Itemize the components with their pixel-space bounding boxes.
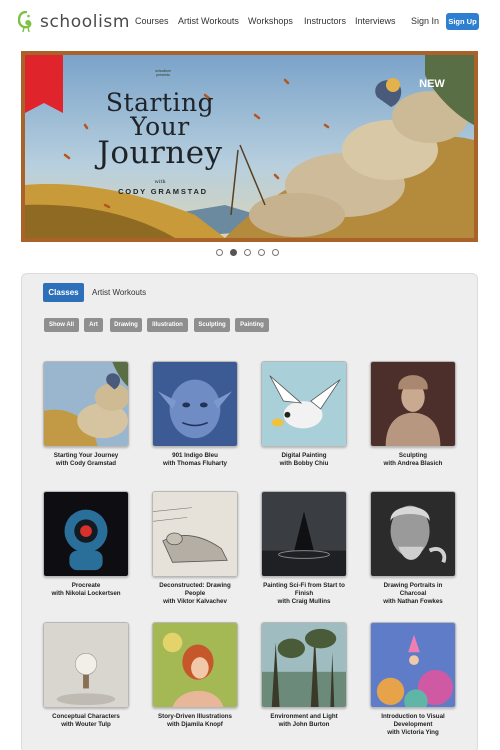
filter-illustration[interactable]: Illustration (147, 318, 188, 332)
course-thumbnail-environment-and-light[interactable] (261, 622, 347, 708)
hero-brand: schoolism presents (155, 69, 171, 77)
filter-show-all[interactable]: Show All (44, 318, 79, 332)
hero-banner[interactable]: schoolism presents Starting Your Journey… (21, 51, 478, 242)
hero-artwork: schoolism presents Starting Your Journey… (25, 55, 474, 238)
course-title[interactable]: Drawing Portraits in Charcoal with Natha… (361, 582, 465, 606)
tab-classes[interactable]: Classes (43, 283, 84, 302)
course-title-line: Environment and Light (270, 713, 338, 720)
course-title-line: Painting Sci-Fi from Start to (263, 582, 345, 589)
schoolism-logo[interactable]: schoolism (18, 11, 130, 33)
course-thumbnail-901-indigo-bleu[interactable] (152, 361, 238, 447)
course-title-line: Conceptual Characters (52, 713, 120, 720)
course-title[interactable]: Story-Driven Illustrations with Djamila … (143, 713, 247, 729)
thumbnail-art (262, 492, 346, 576)
course-title-line: Story-Driven Illustrations (158, 713, 232, 720)
course-thumbnail-introduction-to-visual-development[interactable] (370, 622, 456, 708)
filter-painting[interactable]: Painting (235, 318, 269, 332)
course-thumbnail-digital-painting[interactable] (261, 361, 347, 447)
carousel-dots (216, 249, 279, 256)
course-thumbnail-story-driven-illustrations[interactable] (152, 622, 238, 708)
thumbnail-art (44, 362, 128, 446)
thumbnail-art (44, 492, 128, 576)
thumbnail-art (153, 492, 237, 576)
course-instructor: with Nathan Fowkes (383, 598, 443, 606)
course-title[interactable]: Sculpting with Andrea Blasich (361, 452, 465, 468)
course-instructor: with Andrea Blasich (383, 460, 443, 468)
course-title[interactable]: Starting Your Journey with Cody Gramstad (34, 452, 138, 468)
course-thumbnail-painting-sci-fi[interactable] (261, 491, 347, 577)
nav-artist-workouts[interactable]: Artist Workouts (178, 16, 239, 26)
course-thumbnail-starting-your-journey[interactable] (43, 361, 129, 447)
filter-art[interactable]: Art (84, 318, 103, 332)
course-title[interactable]: 901 Indigo Bleu with Thomas Fluharty (143, 452, 247, 468)
thumbnail-art (262, 362, 346, 446)
course-title[interactable]: Deconstructed: Drawing People with Vikto… (143, 582, 247, 606)
course-title-line: Procreate (71, 582, 101, 589)
course-instructor: with Thomas Fluharty (163, 460, 227, 468)
course-title-line: Starting Your Journey (53, 452, 119, 459)
course-instructor: with Craig Mullins (277, 598, 331, 606)
nav-instructors[interactable]: Instructors (304, 16, 346, 26)
carousel-dot-2[interactable] (230, 249, 237, 256)
course-title-line: 901 Indigo Bleu (172, 452, 218, 459)
course-thumbnail-drawing-portraits-in-charcoal[interactable] (370, 491, 456, 577)
course-instructor: with Bobby Chiu (279, 460, 329, 468)
course-instructor: with Nikolai Lockertsen (51, 590, 121, 598)
course-title[interactable]: Digital Painting with Bobby Chiu (252, 452, 356, 468)
course-title[interactable]: Environment and Light with John Burton (252, 713, 356, 729)
course-title[interactable]: Conceptual Characters with Wouter Tulp (34, 713, 138, 729)
new-ribbon-icon (25, 55, 63, 113)
hero-title-line3: Journey (97, 134, 223, 171)
tab-artist-workouts[interactable]: Artist Workouts (92, 288, 146, 297)
course-title-line: Sculpting (398, 452, 428, 459)
nav-courses[interactable]: Courses (135, 16, 169, 26)
thumbnail-art (371, 492, 455, 576)
hero-author: CODY GRAMSTAD (118, 187, 208, 196)
course-thumbnail-conceptual-characters[interactable] (43, 622, 129, 708)
course-title[interactable]: Procreate with Nikolai Lockertsen (34, 582, 138, 598)
course-title-line: Deconstructed: Drawing (159, 582, 231, 589)
course-title-line: Finish (294, 590, 314, 598)
course-instructor: with Wouter Tulp (61, 721, 111, 729)
carousel-dot-4[interactable] (258, 249, 265, 256)
new-badge: NEW (419, 78, 445, 90)
course-title-line: Charcoal (399, 590, 427, 598)
course-instructor: with Victoria Ying (387, 729, 439, 737)
course-title-line: Development (393, 721, 433, 729)
site-header: schoolism Courses Artist Workouts Worksh… (0, 0, 500, 44)
course-title[interactable]: Introduction to Visual Development with … (361, 713, 465, 737)
course-title-line: Drawing Portraits in (383, 582, 443, 589)
course-title-line: People (184, 590, 206, 598)
course-instructor: with Viktor Kalvachev (163, 598, 227, 606)
sign-in-link[interactable]: Sign In (411, 16, 439, 26)
course-instructor: with John Burton (278, 721, 330, 729)
thumbnail-art (262, 623, 346, 707)
thumbnail-art (44, 623, 128, 707)
course-instructor: with Cody Gramstad (55, 460, 117, 468)
hero-title: Starting Your Journey (85, 90, 235, 171)
thumbnail-art (371, 623, 455, 707)
hero-with: with (154, 179, 166, 185)
course-thumbnail-procreate[interactable] (43, 491, 129, 577)
filter-sculpting[interactable]: Sculpting (194, 318, 230, 332)
logo-text: schoolism (40, 12, 131, 32)
chameleon-icon (18, 11, 32, 33)
course-title[interactable]: Painting Sci-Fi from Start to Finish wit… (252, 582, 356, 606)
course-thumbnail-deconstructed-drawing-people[interactable] (152, 491, 238, 577)
course-thumbnail-sculpting[interactable] (370, 361, 456, 447)
thumbnail-art (371, 362, 455, 446)
thumbnail-art (153, 623, 237, 707)
course-title-line: Digital Painting (281, 452, 327, 459)
carousel-dot-1[interactable] (216, 249, 223, 256)
sign-up-button[interactable]: Sign Up (446, 13, 479, 30)
course-title-line: Introduction to Visual (381, 713, 445, 720)
carousel-dot-5[interactable] (272, 249, 279, 256)
thumbnail-art (153, 362, 237, 446)
nav-interviews[interactable]: Interviews (355, 16, 396, 26)
nav-workshops[interactable]: Workshops (248, 16, 293, 26)
carousel-dot-3[interactable] (244, 249, 251, 256)
course-instructor: with Djamila Knopf (167, 721, 223, 729)
filter-drawing[interactable]: Drawing (110, 318, 142, 332)
